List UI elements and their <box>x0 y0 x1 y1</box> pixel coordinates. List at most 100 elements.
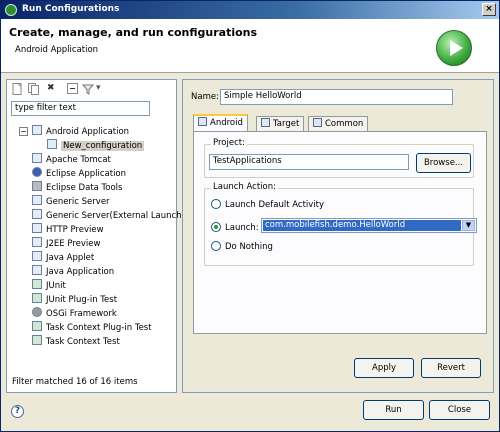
config-toolbar: ✖ ▾ <box>10 83 170 97</box>
database-icon <box>32 181 42 191</box>
tab-common[interactable]: Common <box>308 116 369 131</box>
tab-android[interactable]: Android <box>193 114 248 131</box>
tree-item-eclipse-data-tools[interactable]: Eclipse Data Tools <box>32 181 122 194</box>
dialog-header: Create, manage, and run configurations A… <box>1 19 499 73</box>
radio-label: Launch Default Activity <box>225 200 325 210</box>
tree-item-label: Apache Tomcat <box>46 155 111 165</box>
tree-item-android-application[interactable]: Android Application <box>32 125 129 138</box>
apply-button[interactable]: Apply <box>354 358 414 378</box>
close-window-button[interactable]: × <box>482 3 496 16</box>
tree-item-label: Java Applet <box>46 253 95 263</box>
tree-item-osgi-framework[interactable]: OSGi Framework <box>32 307 117 320</box>
tree-item-label: OSGi Framework <box>46 309 117 319</box>
close-button[interactable]: Close <box>429 400 490 420</box>
task-context-icon <box>32 321 42 331</box>
collapse-all-icon[interactable] <box>67 83 78 97</box>
tab-label: Target <box>273 119 300 129</box>
server-icon <box>32 209 42 219</box>
revert-button[interactable]: Revert <box>421 358 481 378</box>
tab-target[interactable]: Target <box>256 116 305 131</box>
radio-launch-default-activity[interactable]: Launch Default Activity <box>211 199 324 211</box>
tree-item-label: Android Application <box>46 127 130 137</box>
help-icon[interactable]: ? <box>11 405 24 418</box>
chevron-down-icon[interactable]: ▼ <box>462 220 475 231</box>
tree-item-generic-server[interactable]: Generic Server <box>32 195 110 208</box>
applet-icon <box>32 251 42 261</box>
run-button[interactable]: Run <box>363 400 424 420</box>
android-tab-content: Project: TestApplications Browse... Laun… <box>193 131 487 334</box>
tree-item-label: JUnit Plug-in Test <box>46 295 118 305</box>
radio-button[interactable] <box>211 199 221 209</box>
run-configurations-dialog: Run Configurations × Create, manage, and… <box>0 0 500 432</box>
filter-status: Filter matched 16 of 16 items <box>12 377 138 387</box>
osgi-icon <box>32 307 42 317</box>
java-app-icon <box>32 265 42 275</box>
tree-item-http-preview[interactable]: HTTP Preview <box>32 223 104 236</box>
tree-item-java-applet[interactable]: Java Applet <box>32 251 94 264</box>
launch-activity-select[interactable]: com.mobilefish.demo.HelloWorld ▼ <box>261 218 477 233</box>
target-tab-icon <box>261 118 270 127</box>
radio-button[interactable] <box>211 241 221 251</box>
radio-do-nothing[interactable]: Do Nothing <box>211 241 273 253</box>
tab-label: Common <box>325 119 364 129</box>
task-context-icon <box>32 335 42 345</box>
server-icon <box>32 237 42 247</box>
server-icon <box>32 195 42 205</box>
android-icon <box>32 125 42 135</box>
configuration-list-panel: ✖ ▾ type filter text − Android Applicati… <box>6 79 185 393</box>
project-group: Project: TestApplications Browse... <box>204 138 474 178</box>
title-bar[interactable]: Run Configurations × <box>1 1 499 19</box>
eclipse-icon <box>32 167 42 177</box>
tree-item-junit-plugin-test[interactable]: JUnit Plug-in Test <box>32 293 117 306</box>
duplicate-icon[interactable] <box>28 83 40 98</box>
configuration-editor-panel: Name: Simple HelloWorld Android Target C… <box>182 79 494 393</box>
tree-item-eclipse-application[interactable]: Eclipse Application <box>32 167 126 180</box>
android-application-expander[interactable]: − <box>19 127 28 136</box>
tree-item-label: Java Application <box>46 267 115 277</box>
tree-item-java-application[interactable]: Java Application <box>32 265 114 278</box>
radio-button[interactable] <box>211 222 221 232</box>
android-icon <box>47 139 57 149</box>
server-icon <box>32 223 42 233</box>
tree-item-task-context-test[interactable]: Task Context Test <box>32 335 120 348</box>
tree-item-task-context-plugin-test[interactable]: Task Context Plug-in Test <box>32 321 152 334</box>
launch-action-group-title: Launch Action: <box>211 182 278 192</box>
name-input[interactable]: Simple HelloWorld <box>220 89 453 105</box>
tree-item-new-configuration[interactable]: New_configuration <box>47 139 145 152</box>
junit-plugin-icon <box>32 293 42 303</box>
header-title: Create, manage, and run configurations <box>9 26 258 39</box>
app-icon <box>5 4 17 16</box>
common-tab-icon <box>313 118 322 127</box>
tree-item-label: J2EE Preview <box>46 239 101 249</box>
browse-button[interactable]: Browse... <box>416 153 471 173</box>
tree-item-generic-server-external[interactable]: Generic Server(External Launch) <box>32 209 185 222</box>
tree-item-label: JUnit <box>46 281 66 291</box>
tree-item-label: Generic Server <box>46 197 110 207</box>
tab-label: Android <box>210 118 243 128</box>
android-tab-icon <box>198 117 207 126</box>
project-input[interactable]: TestApplications <box>209 154 409 170</box>
filter-input[interactable]: type filter text <box>11 101 150 116</box>
radio-label: Launch: <box>225 223 259 233</box>
tree-item-junit[interactable]: JUnit <box>32 279 66 292</box>
radio-label: Do Nothing <box>225 242 273 252</box>
header-subtitle: Android Application <box>15 45 99 55</box>
tree-item-label: Generic Server(External Launch) <box>46 211 185 221</box>
tree-item-apache-tomcat[interactable]: Apache Tomcat <box>32 153 111 166</box>
tree-item-label: Eclipse Application <box>46 169 127 179</box>
project-group-title: Project: <box>211 138 247 148</box>
junit-icon <box>32 279 42 289</box>
tree-item-j2ee-preview[interactable]: J2EE Preview <box>32 237 100 250</box>
tomcat-icon <box>32 153 42 163</box>
launch-action-group: Launch Action: Launch Default Activity L… <box>204 182 477 266</box>
filter-icon[interactable] <box>81 83 95 98</box>
tree-item-label: New_configuration <box>61 141 145 151</box>
tree-item-label: HTTP Preview <box>46 225 104 235</box>
tree-item-label: Task Context Plug-in Test <box>46 323 152 333</box>
new-launch-config-icon[interactable] <box>12 83 23 98</box>
run-icon <box>436 30 472 66</box>
delete-icon[interactable]: ✖ <box>47 83 55 93</box>
radio-launch[interactable]: Launch: <box>211 222 259 234</box>
tree-item-label: Eclipse Data Tools <box>46 183 123 193</box>
dropdown-arrow-icon[interactable]: ▾ <box>96 83 101 93</box>
